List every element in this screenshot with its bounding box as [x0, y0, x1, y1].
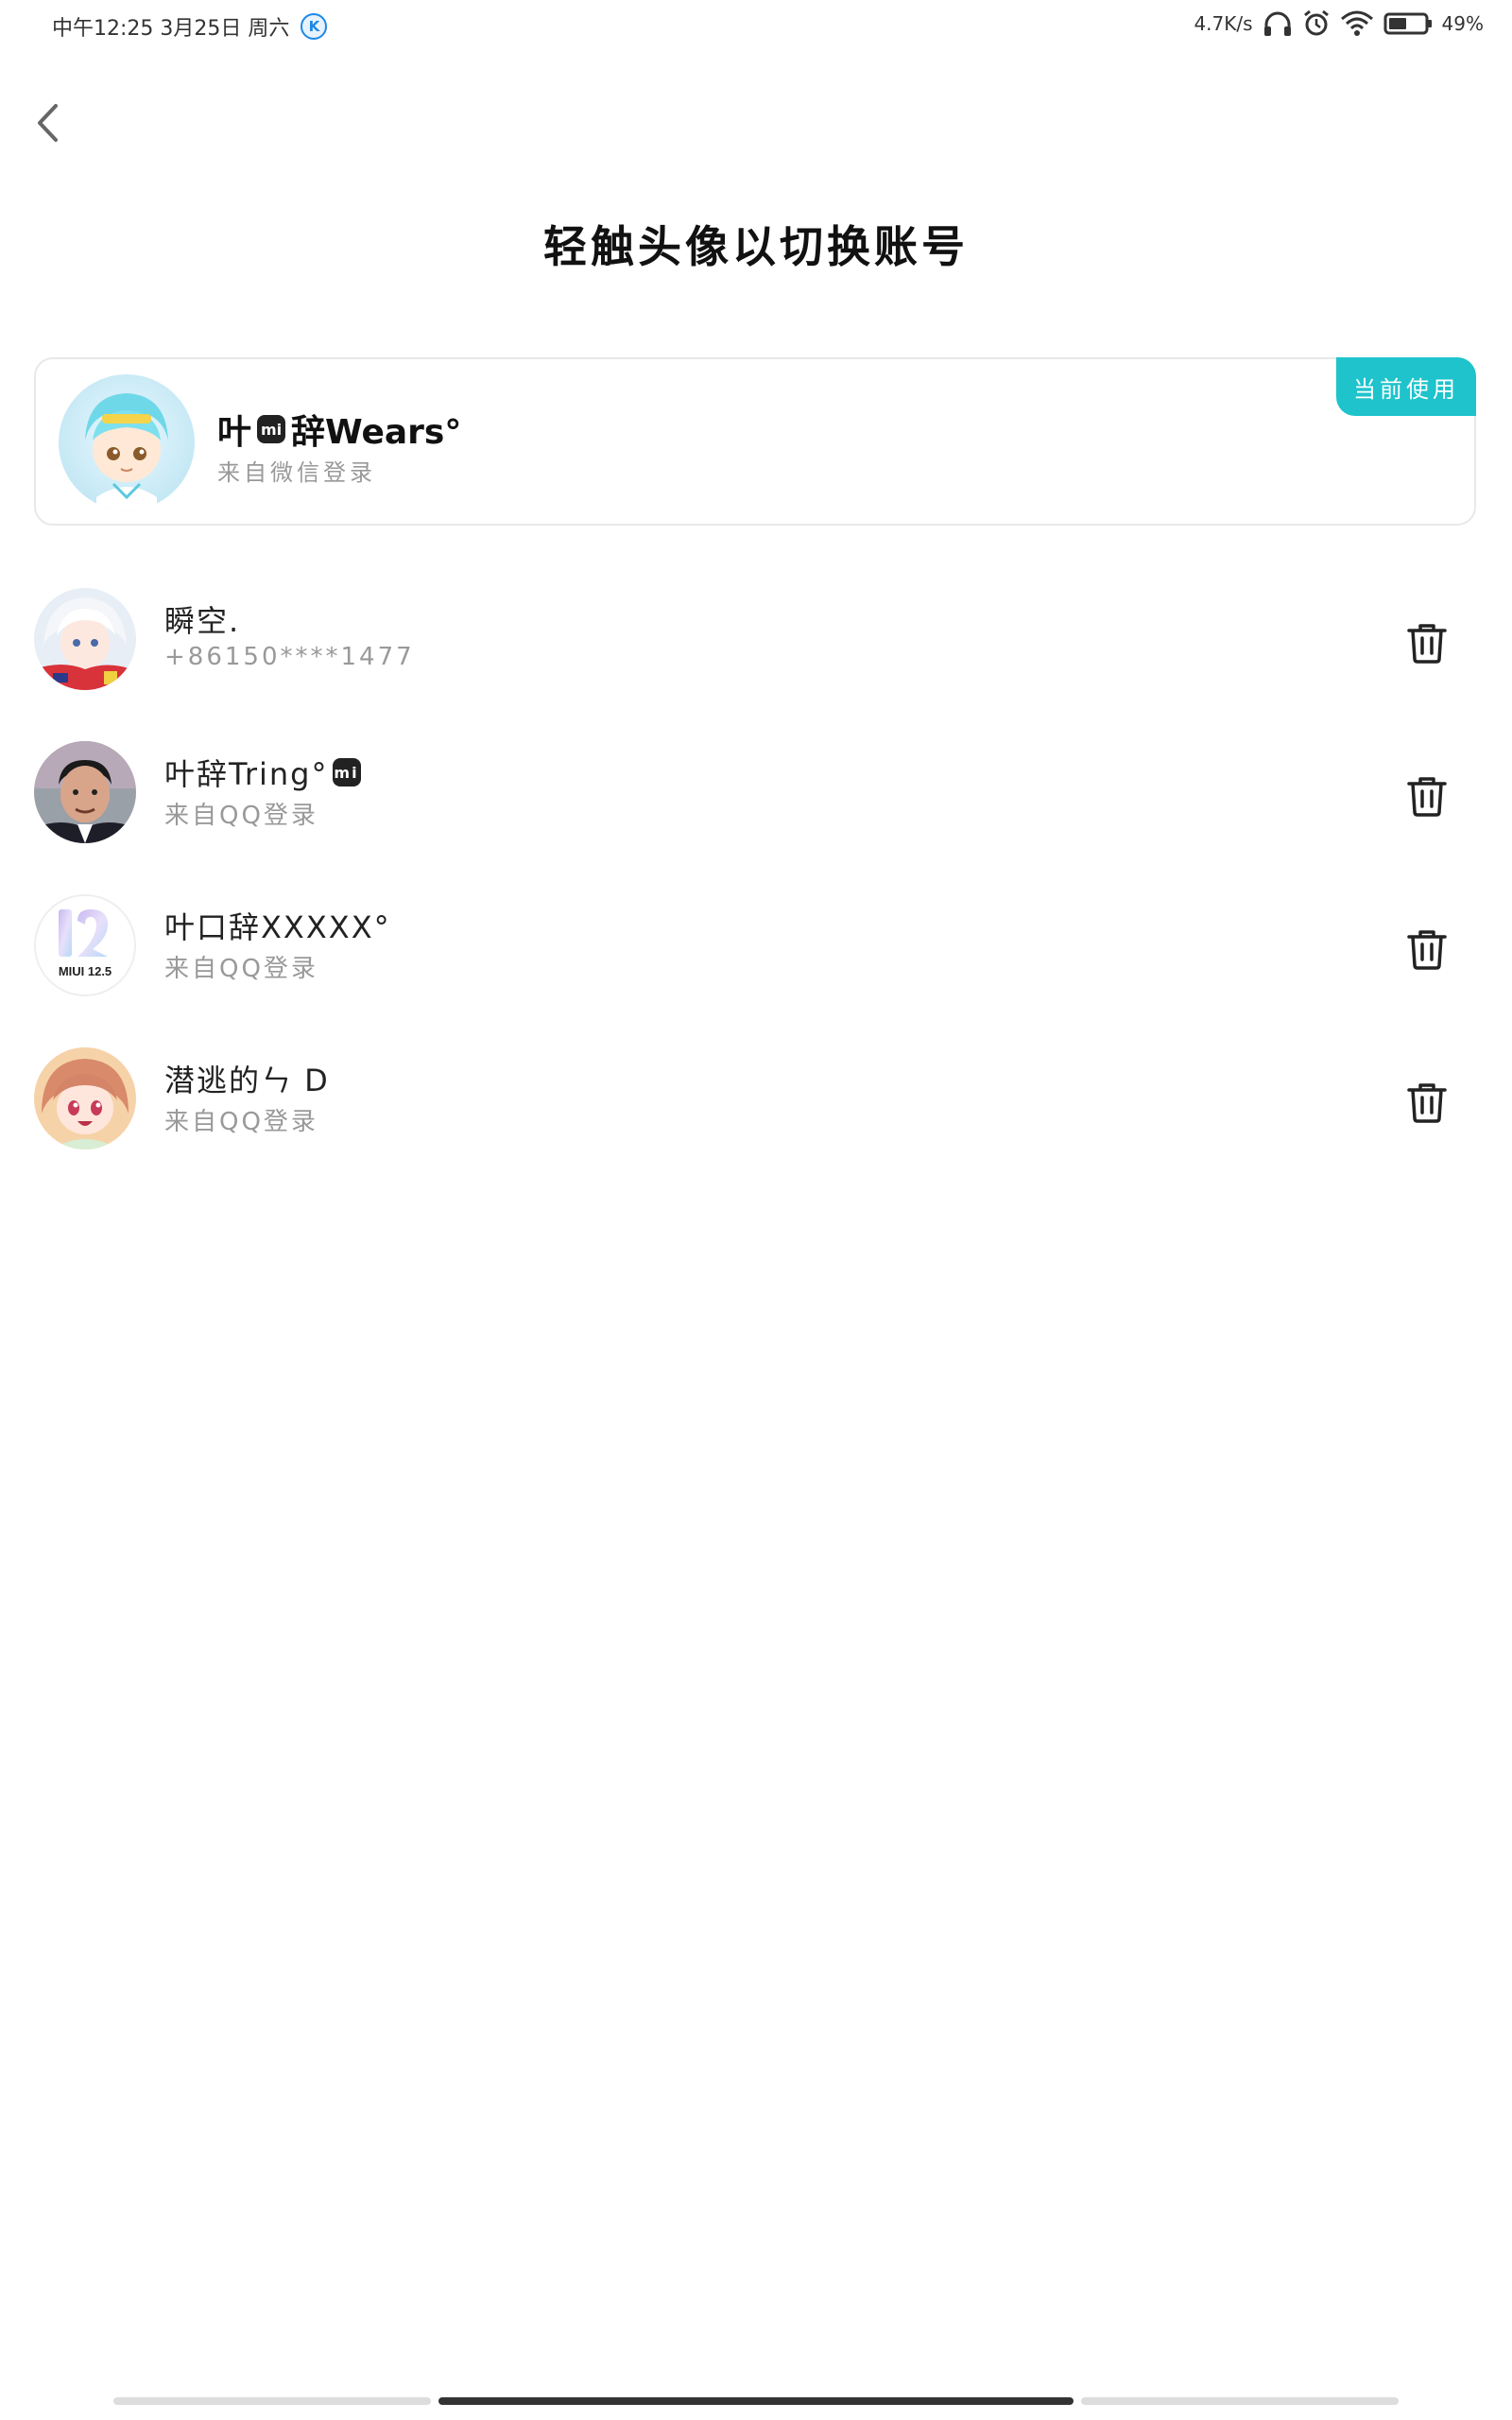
delete-account-button[interactable] — [1399, 1074, 1455, 1131]
avatar[interactable] — [59, 374, 195, 510]
back-button[interactable] — [28, 99, 66, 147]
battery-icon — [1383, 11, 1433, 36]
avatar[interactable] — [34, 588, 136, 690]
headphones-icon — [1263, 9, 1293, 38]
delete-account-button[interactable] — [1399, 614, 1455, 671]
navigation-bar — [0, 2382, 1512, 2420]
name-prefix: 叶 — [217, 413, 252, 452]
trash-icon — [1407, 1083, 1447, 1123]
name-suffix: 辞Wears° — [291, 413, 462, 452]
account-name-text: 叶辞Tring° — [164, 756, 329, 792]
k-app-icon: K — [301, 13, 328, 40]
nav-segment-right[interactable] — [1081, 2397, 1399, 2405]
trash-icon — [1407, 777, 1447, 817]
account-name: 叶口辞XXXXX° — [164, 909, 391, 945]
account-source: 来自QQ登录 — [164, 802, 318, 830]
current-account-name: 叶 mi 辞Wears° — [217, 405, 461, 454]
nav-segment-active[interactable] — [438, 2397, 1074, 2405]
status-right: 4.7K/s 49% — [1194, 9, 1484, 38]
list-item[interactable]: MIUI 12.5 叶口辞XXXXX° 来自QQ登录 — [0, 883, 1512, 1036]
account-source: 来自QQ登录 — [164, 955, 318, 983]
trash-icon — [1407, 930, 1447, 970]
delete-account-button[interactable] — [1399, 921, 1455, 977]
miui-version-label: MIUI 12.5 — [58, 964, 112, 978]
account-name: 叶辞Tring° mi — [164, 751, 361, 794]
avatar[interactable] — [34, 1047, 136, 1150]
wifi-icon — [1340, 9, 1374, 38]
account-name: 潜逃的ㄣ D — [164, 1063, 330, 1098]
page-title: 轻触头像以切换账号 — [543, 221, 969, 272]
list-item[interactable]: 叶辞Tring° mi 来自QQ登录 — [0, 730, 1512, 883]
avatar[interactable]: MIUI 12.5 — [34, 894, 136, 996]
chevron-left-icon — [38, 104, 58, 142]
alarm-icon — [1302, 9, 1331, 38]
nav-segment-left[interactable] — [113, 2397, 431, 2405]
mi-icon: mi — [332, 758, 361, 786]
list-item[interactable]: 潜逃的ㄣ D 来自QQ登录 — [0, 1036, 1512, 1189]
trash-icon — [1407, 624, 1447, 664]
status-time-date: 中午12:25 3月25日 周六 — [52, 17, 290, 41]
delete-account-button[interactable] — [1399, 768, 1455, 824]
current-account-source: 来自微信登录 — [217, 459, 376, 486]
account-source: +86150****1477 — [164, 643, 415, 671]
current-in-use-badge: 当前使用 — [1336, 357, 1476, 416]
status-left: 中午12:25 3月25日 周六 K — [52, 11, 328, 42]
account-name: 瞬空. — [164, 603, 241, 639]
avatar[interactable] — [34, 741, 136, 843]
battery-percent: 49% — [1441, 12, 1484, 35]
account-list: 瞬空. +86150****1477 叶辞Tring° mi 来自QQ登录 MI… — [0, 577, 1512, 1189]
status-bar: 中午12:25 3月25日 周六 K 4.7K/s 49% — [0, 0, 1512, 57]
account-source: 来自QQ登录 — [164, 1108, 318, 1136]
network-speed: 4.7K/s — [1194, 12, 1253, 35]
mi-icon: mi — [257, 415, 286, 443]
list-item[interactable]: 瞬空. +86150****1477 — [0, 577, 1512, 730]
current-account-card[interactable]: 当前使用 叶 mi 辞Wears° 来自微信登录 — [34, 357, 1476, 526]
